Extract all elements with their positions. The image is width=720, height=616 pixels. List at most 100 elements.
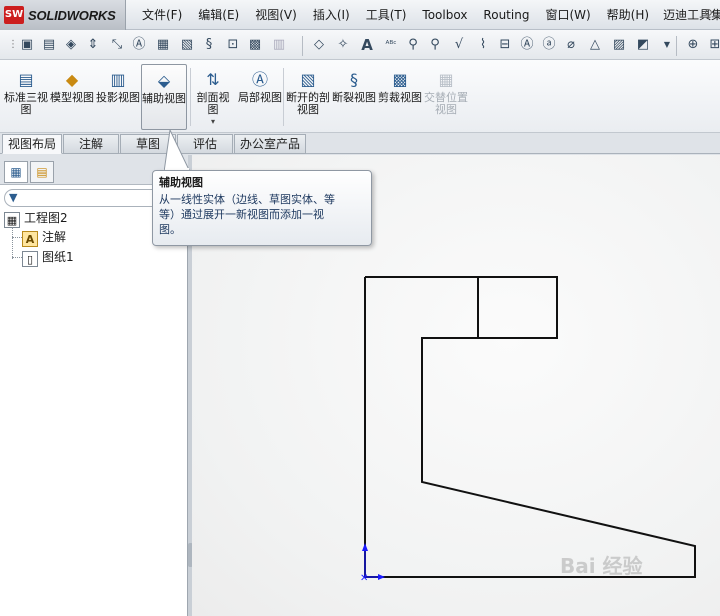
model-view-tool-icon[interactable]: ▣ <box>18 36 36 54</box>
crop-view-button[interactable]: ▩ 剪裁视图 <box>378 64 422 130</box>
tree-item-annotations-label: 注解 <box>42 230 67 244</box>
tree-root-label: 工程图2 <box>24 211 68 225</box>
tab-annotation[interactable]: 注解 <box>63 134 119 154</box>
part-outline[interactable] <box>364 276 696 578</box>
projected-view-tool-icon[interactable]: ◈ <box>62 36 80 54</box>
tooltip-line-3: 图。 <box>159 223 181 236</box>
tree-item-sheet[interactable]: ▯ 图纸1 <box>22 248 74 267</box>
baidu-watermark: Bai 经验 <box>560 554 643 578</box>
tab-view-layout[interactable]: 视图布局 <box>2 134 62 154</box>
auxiliary-view-icon: ⬙ <box>157 71 171 90</box>
centerline-icon[interactable]: ⊞ <box>706 36 720 54</box>
section-view-tool-icon[interactable]: ⤡ <box>108 36 126 54</box>
model-view-label: 模型视图 <box>50 91 94 104</box>
menu-window[interactable]: 窗口(W) <box>537 0 598 30</box>
tooltip-line-1: 从一线性实体（边线、草图实体、等 <box>159 193 335 206</box>
tree-root[interactable]: ▦ 工程图2 <box>4 209 68 228</box>
tooltip-title: 辅助视图 <box>159 176 203 189</box>
menu-insert[interactable]: 插入(I) <box>305 0 358 30</box>
command-manager-tabs: 视图布局 注解 草图 评估 办公室产品 <box>0 133 720 154</box>
detail-view-button[interactable]: Ⓐ 局部视图 <box>238 64 282 130</box>
toolbar-separator-2 <box>676 36 677 56</box>
datum-target-icon[interactable]: ⓐ <box>540 36 558 54</box>
tree-connector <box>12 227 13 259</box>
menu-routing[interactable]: Routing <box>475 0 537 30</box>
alternate-position-label: 交替位置视图 <box>424 91 468 116</box>
smart-dimension-icon[interactable]: ◇ <box>310 36 328 54</box>
break-view-tool-icon[interactable]: ▧ <box>178 36 196 54</box>
filter-icon: ▼ <box>9 191 18 204</box>
standard-3view-icon: ▤ <box>18 70 34 89</box>
hole-callout-icon[interactable]: ⌀ <box>562 36 580 54</box>
menu-file[interactable]: 文件(F) <box>134 0 190 30</box>
area-hatch-icon[interactable]: ▨ <box>610 36 628 54</box>
surface-finish-icon[interactable]: √ <box>450 36 468 54</box>
alternate-position-tool-icon[interactable]: ▩ <box>246 36 264 54</box>
projected-view-button[interactable]: ▥ 投影视图 <box>96 64 140 130</box>
ribbon-separator <box>190 68 191 126</box>
crop-view-label: 剪裁视图 <box>378 91 422 104</box>
datum-feature-icon[interactable]: Ⓐ <box>518 36 536 54</box>
alternate-position-button: ▦ 交替位置视图 <box>424 64 468 130</box>
auxiliary-view-label: 辅助视图 <box>142 92 186 105</box>
menu-tools[interactable]: 工具(T) <box>358 0 415 30</box>
break-view-icon: § <box>350 70 358 89</box>
section-view-icon: ⇅ <box>206 70 220 89</box>
section-view-label: 剖面视图 <box>196 91 230 116</box>
disabled-tool-icon: ▥ <box>272 37 286 52</box>
tree-item-annotations[interactable]: A 注解 <box>22 228 67 247</box>
geometric-tolerance-icon[interactable]: ⊟ <box>496 36 514 54</box>
break-view-button[interactable]: § 断裂视图 <box>332 64 376 130</box>
standard-3view-button[interactable]: ▤ 标准三视图 <box>4 64 48 130</box>
pin-icon[interactable]: ⚲ <box>704 7 718 23</box>
broken-out-section-icon: ▧ <box>300 70 316 89</box>
section-view-dropdown-icon[interactable]: ▾ <box>192 116 234 128</box>
annotation-toolbar: ⋮ ▣ ▤ ◈ ⇕ ⤡ Ⓐ ▦ ▧ § ⊡ ▩ ▥ ◇ ✧ A ᴬᴮᶜ ⚲ ⚲ … <box>0 30 720 60</box>
section-view-button[interactable]: ⇅ 剖面视图 ▾ <box>192 64 234 130</box>
crop-view-tool-icon[interactable]: ⊡ <box>224 36 242 54</box>
sheet-icon: ▯ <box>22 251 38 267</box>
weld-symbol-icon[interactable]: ⌇ <box>474 36 492 54</box>
format-painter-icon[interactable]: ⚲ <box>404 36 422 54</box>
auxiliary-view-button[interactable]: ⬙ 辅助视图 <box>141 64 187 130</box>
tree-connector-h1 <box>12 237 22 238</box>
spell-check-icon[interactable]: ᴬᴮᶜ <box>382 36 400 54</box>
balloon-icon[interactable]: ⚲ <box>426 36 444 54</box>
menu-help[interactable]: 帮助(H) <box>599 0 657 30</box>
app-logo[interactable]: SW SOLIDWORKS <box>0 0 126 30</box>
dropdown-arrow-icon[interactable]: ▼ <box>658 36 676 54</box>
menu-edit[interactable]: 编辑(E) <box>190 0 247 30</box>
menu-toolbox[interactable]: Toolbox <box>414 0 475 30</box>
toolbar-separator <box>302 36 303 56</box>
broken-section-tool-icon[interactable]: ▦ <box>154 36 172 54</box>
annotation-icon: A <box>22 231 38 247</box>
revision-symbol-icon[interactable]: △ <box>586 36 604 54</box>
block-icon[interactable]: ◩ <box>634 36 652 54</box>
note-icon[interactable]: A <box>358 36 376 54</box>
standard-3view-tool-icon[interactable]: ▤ <box>40 36 58 54</box>
model-items-icon[interactable]: ✧ <box>334 36 352 54</box>
drawing-icon: ▦ <box>4 212 20 228</box>
tree-item-sheet-label: 图纸1 <box>42 250 74 264</box>
projected-view-icon: ▥ <box>110 70 126 89</box>
tooltip-description: 从一线性实体（边线、草图实体、等 等）通过展开一新视图而添加一视 图。 <box>159 192 365 237</box>
tooltip-line-2: 等）通过展开一新视图而添加一视 <box>159 208 324 221</box>
model-view-button[interactable]: ◆ 模型视图 <box>50 64 94 130</box>
model-view-icon: ◆ <box>65 70 79 89</box>
origin-mark-icon: ✕ <box>360 573 368 584</box>
main-menu: 文件(F) 编辑(E) 视图(V) 插入(I) 工具(T) Toolbox Ro… <box>134 0 720 30</box>
center-mark-icon[interactable]: ⊕ <box>684 36 702 54</box>
standard-3view-label: 标准三视图 <box>4 91 48 116</box>
auxiliary-view-tool-icon[interactable]: ⇕ <box>84 36 102 54</box>
tab-office-products[interactable]: 办公室产品 <box>234 134 306 154</box>
menu-view[interactable]: 视图(V) <box>247 0 305 30</box>
property-manager-tab-icon[interactable]: ▤ <box>30 161 54 183</box>
broken-out-section-button[interactable]: ▧ 断开的剖视图 <box>286 64 330 130</box>
break-lines-tool-icon[interactable]: § <box>200 36 218 54</box>
detail-view-icon: Ⓐ <box>251 70 268 89</box>
command-manager: ▤ 标准三视图 ◆ 模型视图 ▥ 投影视图 ⬙ 辅助视图 ⇅ 剖面视图 ▾ Ⓐ … <box>0 60 720 133</box>
tooltip-pointer <box>164 130 191 172</box>
feature-tree-tab-icon[interactable]: ▦ <box>4 161 28 183</box>
detail-view-tool-icon[interactable]: Ⓐ <box>130 36 148 54</box>
crop-view-icon: ▩ <box>392 70 408 89</box>
